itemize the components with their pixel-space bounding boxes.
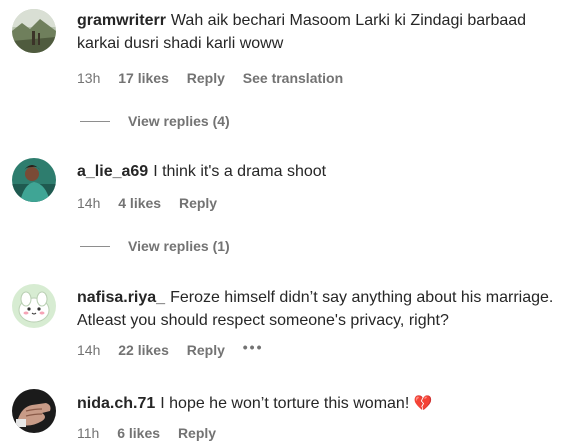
reply-button[interactable]: Reply [178,423,216,443]
comment-meta: 11h 6 likes Reply [77,423,230,443]
comment-username[interactable]: gramwriterr [77,12,166,29]
view-replies-label: View replies (4) [128,113,230,129]
broken-heart-icon: 💔 [413,395,433,412]
replies-divider-line [80,245,110,247]
comment-username[interactable]: nafisa.riya_ [77,289,165,306]
person-photo-avatar-icon [12,158,56,202]
comment-time: 14h [77,195,101,211]
comment-text: I hope he won’t torture this woman! [160,395,410,412]
view-replies-button[interactable]: View replies (1) [80,236,230,256]
avatar[interactable] [12,9,56,53]
replies-divider-line [80,120,110,122]
comment-likes[interactable]: 6 likes [117,423,160,443]
comment-text-block: nafisa.riya_ Feroze himself didn’t say an… [77,286,567,332]
comment-text: I think it's a drama shoot [153,163,327,180]
view-replies-button[interactable]: View replies (4) [80,111,230,131]
avatar[interactable] [12,389,56,433]
avatar[interactable] [12,158,56,202]
comment-meta: 14h 4 likes Reply [77,193,231,213]
more-options-icon[interactable]: ••• [243,337,264,357]
comment-username[interactable]: a_lie_a69 [77,163,148,180]
reply-button[interactable]: Reply [179,193,217,213]
comment-time: 14h [77,342,101,358]
comment-time: 11h [77,425,100,441]
comment-time: 13h [77,70,101,86]
cartoon-avatar-icon [12,284,56,328]
comment-likes[interactable]: 17 likes [118,68,169,88]
view-replies-label: View replies (1) [128,238,230,254]
comment-meta: 13h 17 likes Reply See translation [77,68,357,88]
landscape-photo-avatar-icon [12,9,56,53]
comment-likes[interactable]: 4 likes [118,193,161,213]
avatar[interactable] [12,284,56,328]
comment-text-block: a_lie_a69 I think it's a drama shoot [77,160,567,183]
comment-text-block: nida.ch.71 I hope he won’t torture this w… [77,392,567,415]
hand-photo-avatar-icon [12,389,56,433]
reply-button[interactable]: Reply [187,68,225,88]
comment-likes[interactable]: 22 likes [118,340,169,360]
comment-username[interactable]: nida.ch.71 [77,395,155,412]
comment-text-block: gramwriterr Wah aik bechari Masoom Larki … [77,9,567,55]
reply-button[interactable]: Reply [187,340,225,360]
see-translation-button[interactable]: See translation [243,68,343,88]
comment-meta: 14h 22 likes Reply ••• [77,337,277,360]
